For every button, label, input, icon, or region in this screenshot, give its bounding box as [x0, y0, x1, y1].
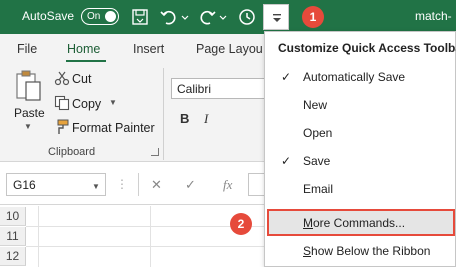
checkmark-icon: ✓: [281, 70, 292, 84]
step-badge-2: 2: [230, 213, 252, 235]
undo-icon[interactable]: [160, 8, 178, 26]
tab-home[interactable]: Home: [67, 42, 100, 56]
save-icon[interactable]: [131, 8, 149, 26]
menu-item-email[interactable]: Email: [303, 182, 333, 196]
copy-dropdown-icon[interactable]: ▼: [109, 98, 117, 107]
title-bar: AutoSave On match-: [0, 0, 456, 34]
resize-handle-icon[interactable]: ⋮: [116, 177, 128, 191]
tab-file[interactable]: File: [17, 42, 37, 56]
scissors-icon: [54, 70, 70, 89]
column-divider: [38, 206, 39, 267]
copy-button[interactable]: Copy: [72, 97, 101, 111]
customize-qat-menu: Customize Quick Access Toolbar ✓ Automat…: [264, 31, 456, 267]
clock-icon[interactable]: [238, 8, 256, 26]
cancel-icon[interactable]: ✕: [151, 177, 162, 193]
row-header[interactable]: 10: [0, 207, 26, 226]
customize-qat-button[interactable]: [263, 4, 289, 30]
format-painter-button[interactable]: Format Painter: [72, 121, 155, 135]
menu-item-save[interactable]: Save: [303, 154, 330, 168]
row-header[interactable]: 12: [0, 247, 26, 266]
redo-icon[interactable]: [198, 8, 216, 26]
menu-title: Customize Quick Access Toolbar: [278, 41, 456, 55]
copy-icon: [54, 95, 70, 114]
menu-item-automatically-save[interactable]: Automatically Save: [303, 70, 405, 84]
name-box-dropdown-icon[interactable]: ▼: [92, 182, 100, 191]
format-painter-icon: [54, 119, 70, 138]
group-divider: [163, 68, 164, 160]
name-box[interactable]: G16: [6, 173, 106, 196]
undo-dropdown-icon[interactable]: [180, 8, 190, 26]
toggle-state-label: On: [87, 11, 101, 22]
formula-input[interactable]: [248, 173, 264, 196]
row-header[interactable]: 11: [0, 227, 26, 246]
enter-icon[interactable]: ✓: [185, 177, 196, 193]
menu-item-show-below-ribbon[interactable]: Show Below the Ribbon: [303, 244, 430, 258]
clipboard-launcher-icon[interactable]: [151, 148, 159, 156]
menu-item-open[interactable]: Open: [303, 126, 332, 140]
formula-buttons: ✕ ✓ fx: [138, 173, 258, 196]
paste-icon[interactable]: [15, 70, 43, 105]
chevron-down-icon: [273, 14, 281, 22]
checkmark-icon: ✓: [281, 154, 292, 168]
redo-dropdown-icon[interactable]: [218, 8, 228, 26]
autosave-label: AutoSave: [22, 9, 75, 23]
bold-button[interactable]: B: [180, 111, 189, 126]
tab-page-layout[interactable]: Page Layou: [196, 42, 263, 56]
clipboard-group-label: Clipboard: [48, 146, 96, 158]
tab-insert[interactable]: Insert: [133, 42, 164, 56]
autosave-toggle[interactable]: On: [81, 8, 119, 25]
menu-item-new[interactable]: New: [303, 98, 327, 112]
column-divider: [150, 206, 151, 267]
document-title: match-: [415, 9, 452, 23]
cut-button[interactable]: Cut: [72, 72, 91, 86]
font-name-input[interactable]: Calibri: [171, 78, 266, 99]
paste-button-label[interactable]: Paste: [14, 106, 45, 120]
step-badge-1: 1: [302, 6, 324, 28]
fx-icon[interactable]: fx: [223, 177, 232, 193]
toggle-knob: [105, 11, 116, 22]
menu-item-more-commands[interactable]: More Commands...: [303, 216, 405, 230]
paste-dropdown-icon[interactable]: ▼: [24, 122, 32, 131]
italic-button[interactable]: I: [204, 111, 208, 127]
